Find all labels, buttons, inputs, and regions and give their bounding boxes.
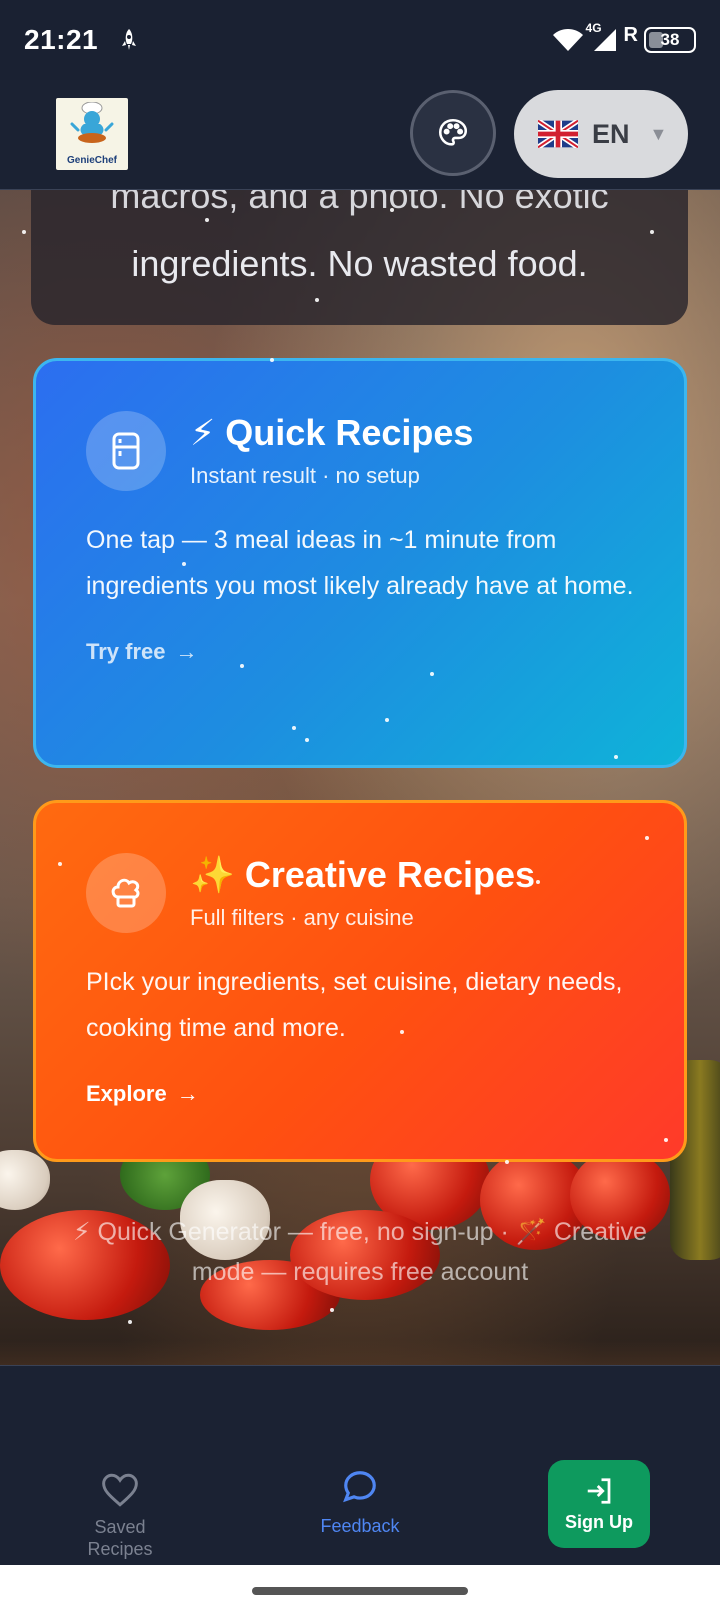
fridge-icon [86,411,166,491]
theme-palette-button[interactable] [410,90,496,176]
nav-saved-recipes[interactable]: Saved Recipes [70,1472,170,1560]
arrow-right-icon: → [176,1081,199,1106]
app-header: GenieChef EN ▼ [0,80,720,190]
geniechef-logo[interactable]: GenieChef [56,98,128,170]
battery-icon: 38 [644,27,696,53]
rocket-notification-icon [122,29,137,50]
intro-line-2: ingredients. No wasted food. [131,243,588,284]
quick-recipes-title: ⚡ Quick Recipes [190,412,474,453]
sparkles-emoji: ✨ [190,854,235,895]
kitchen-counter-background [0,1340,720,1365]
quick-recipes-card[interactable]: ⚡ Quick Recipes Instant result · no setu… [33,358,687,768]
status-bar: 21:21 4G R 38 [0,0,720,80]
mode-footnote: ⚡ Quick Generator — free, no sign-up · 🪄… [73,1218,647,1286]
explore-link[interactable]: Explore → [86,1081,636,1107]
heart-icon [102,1473,138,1507]
status-indicators: 4G R 38 [552,21,696,53]
uk-flag-icon [538,120,578,148]
quick-recipes-description: One tap — 3 meal ideas in ~1 minute from… [86,526,634,600]
roaming-indicator: R [623,23,638,46]
cell-signal-icon: 4G [586,21,618,53]
status-time: 21:21 [24,24,99,55]
try-free-link[interactable]: Try free → [86,639,636,665]
chat-bubble-icon [343,1471,376,1503]
quick-recipes-subtitle: Instant result · no setup [190,463,420,488]
language-code: EN [592,118,630,149]
home-indicator[interactable] [252,1587,468,1595]
creative-recipes-card[interactable]: ✨ Creative Recipes Full filters · any cu… [33,800,687,1162]
sign-up-button[interactable]: Sign Up [548,1460,650,1548]
login-arrow-icon [587,1477,611,1504]
logo-text: GenieChef [66,155,117,166]
lightning-emoji: ⚡ [190,412,216,453]
creative-recipes-description: PIck your ingredients, set cuisine, diet… [86,968,623,1042]
creative-recipes-subtitle: Full filters · any cuisine [190,905,414,930]
arrow-right-icon: → [175,639,198,664]
palette-icon [438,118,468,146]
wifi-icon [552,29,583,51]
language-selector[interactable]: EN ▼ [514,90,688,178]
garlic-decoration-2 [0,1150,50,1210]
chef-hat-icon [86,853,166,933]
creative-recipes-title: ✨ Creative Recipes [190,854,536,895]
nav-feedback[interactable]: Feedback [300,1468,420,1537]
genie-mascot-icon [70,102,114,143]
chevron-down-icon: ▼ [649,123,668,144]
